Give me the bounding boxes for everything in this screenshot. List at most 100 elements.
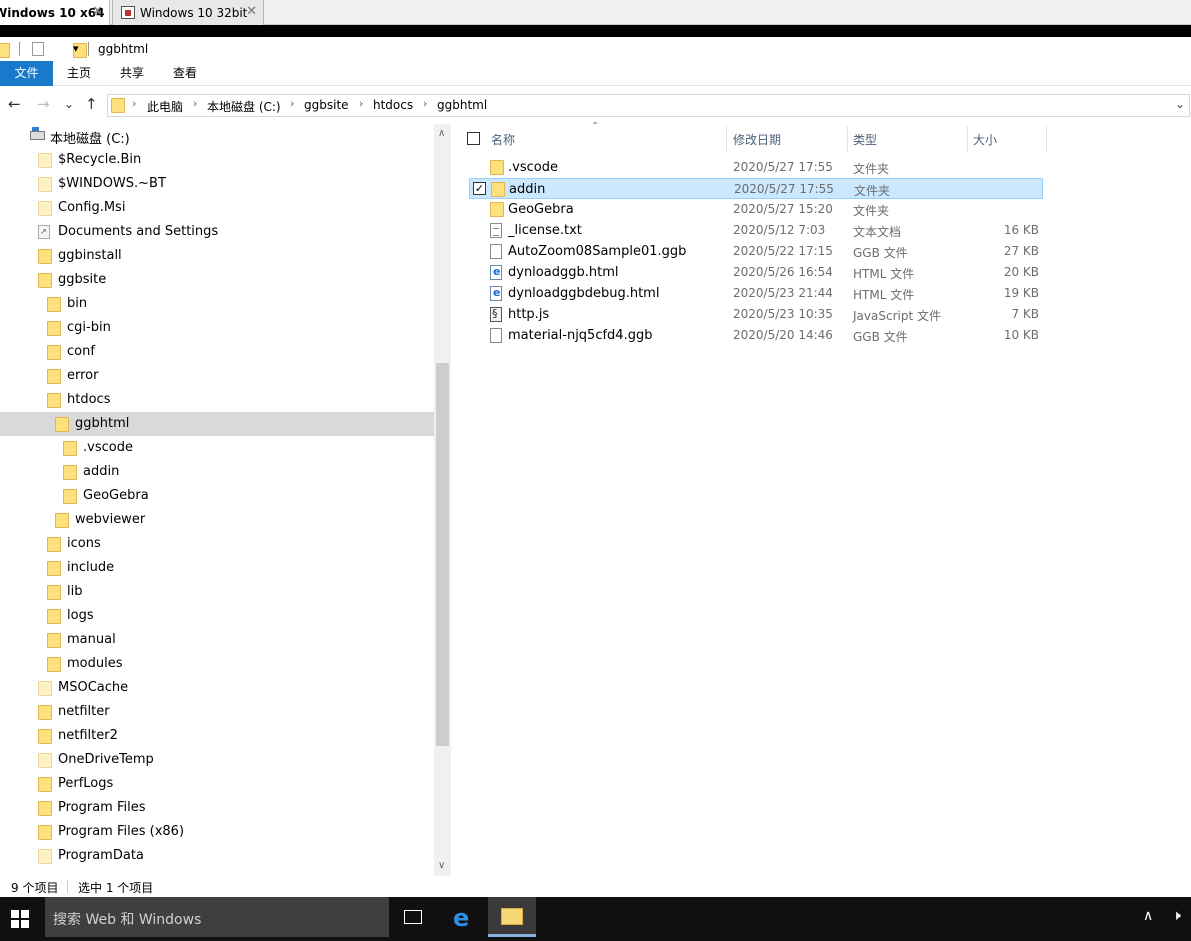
tree-item[interactable]: modules [0,652,434,676]
start-button[interactable] [11,910,29,928]
tab-file[interactable]: 文件 [0,61,53,86]
tree-item-label: addin [83,464,120,479]
task-view-button[interactable] [389,897,437,937]
breadcrumb-ggbhtml[interactable]: ggbhtml [437,98,487,112]
folder-icon [47,609,61,624]
nav-scrollbar[interactable]: ∧ ∨ [434,124,451,876]
file-size: 16 KB [1003,223,1039,237]
tree-item[interactable]: MSOCache [0,676,434,700]
tree-item[interactable]: PerfLogs [0,772,434,796]
breadcrumb-separator[interactable]: › [132,97,136,110]
vm-tab-label: Windows 10 32bit [140,5,248,20]
select-all-checkbox[interactable] [467,132,480,145]
tree-item[interactable]: .vscode [0,436,434,460]
file-row[interactable]: ✓ addin 2020/5/27 17:55 文件夹 [469,178,1043,199]
vm-tab-win10-32bit[interactable]: Windows 10 32bit ✕ [112,0,264,25]
search-box[interactable]: 搜索 Web 和 Windows [45,897,389,937]
column-divider[interactable] [1046,126,1047,152]
tree-item-label: netfilter [58,704,110,719]
tree-item[interactable]: bin [0,292,434,316]
tree-item-label: icons [67,536,101,551]
volume-icon[interactable]: 🕨 [1172,908,1181,924]
chevron-down-icon[interactable]: ⌄ [1175,97,1185,111]
tree-item[interactable]: ProgramData [0,844,434,868]
tree-item[interactable]: Program Files [0,796,434,820]
tree-item[interactable]: ggbsite [0,268,434,292]
tree-item[interactable]: Documents and Settings [0,220,434,244]
forward-button[interactable]: → [37,95,50,113]
tree-item[interactable]: 本地磁盘 (C:) [0,124,434,148]
row-checkbox[interactable]: ✓ [473,182,486,195]
tree-item-label: netfilter2 [58,728,118,743]
folder-icon [47,345,61,360]
scroll-up-icon[interactable]: ∧ [438,128,445,139]
scroll-thumb[interactable] [436,363,449,746]
close-icon[interactable]: ✕ [92,4,103,19]
tree-item[interactable]: addin [0,460,434,484]
file-explorer-button[interactable] [488,897,536,937]
file-row[interactable]: material-njq5cfd4.ggb 2020/5/20 14:46 GGB … [469,325,1043,346]
file-row[interactable]: dynloadggb.html 2020/5/26 16:54 HTML 文件 20 … [469,262,1043,283]
tab-share[interactable]: 共享 [113,61,151,86]
tree-item-label: cgi-bin [67,320,111,335]
tree-item[interactable]: $WINDOWS.~BT [0,172,434,196]
folder-icon [63,489,77,504]
file-row[interactable]: dynloadggbdebug.html 2020/5/23 21:44 HTML … [469,283,1043,304]
tree-item[interactable]: ggbhtml [0,412,434,436]
tree-item[interactable]: ggbinstall [0,244,434,268]
tree-item[interactable]: error [0,364,434,388]
breadcrumb-this-pc[interactable]: 此电脑 [147,98,183,115]
tree-item[interactable]: include [0,556,434,580]
scroll-down-icon[interactable]: ∨ [438,860,445,871]
tree-item[interactable]: OneDriveTemp [0,748,434,772]
column-header-type[interactable]: 类型 [847,124,967,152]
tree-item[interactable]: htdocs [0,388,434,412]
folder-icon [38,153,52,168]
tree-item[interactable]: icons [0,532,434,556]
edge-button[interactable]: e [439,897,487,937]
folder-icon [47,393,61,408]
breadcrumb-separator[interactable]: › [423,97,427,110]
tree-item[interactable]: manual [0,628,434,652]
tree-item[interactable]: cgi-bin [0,316,434,340]
file-row[interactable]: GeoGebra 2020/5/27 15:20 文件夹 [469,199,1043,220]
up-button[interactable]: ↑ [85,95,98,113]
recent-locations-button[interactable]: ⌄ [64,97,74,111]
back-button[interactable]: ← [8,95,21,113]
tree-item[interactable]: netfilter [0,700,434,724]
breadcrumb-separator[interactable]: › [290,97,294,110]
tab-view[interactable]: 查看 [166,61,204,86]
tree-item[interactable]: Config.Msi [0,196,434,220]
divider [67,880,68,893]
close-icon[interactable]: ✕ [246,4,257,19]
file-row[interactable]: AutoZoom08Sample01.ggb 2020/5/22 17:15 GGB… [469,241,1043,262]
vm-tab-win10-x64[interactable]: Windows 10 x64 ✕ [0,0,110,25]
tree-item[interactable]: GeoGebra [0,484,434,508]
tree-item[interactable]: webviewer [0,508,434,532]
windows-logo-icon [21,920,29,928]
column-header-modified[interactable]: 修改日期 [727,124,847,152]
file-row[interactable]: _license.txt 2020/5/12 7:03 文本文档 16 KB [469,220,1043,241]
column-header-name[interactable]: 名称 [485,124,726,152]
tree-item[interactable]: Program Files (x86) [0,820,434,844]
file-row[interactable]: .vscode 2020/5/27 17:55 文件夹 [469,157,1043,178]
tree-item[interactable]: lib [0,580,434,604]
edge-icon: e [453,904,470,932]
tab-home[interactable]: 主页 [60,61,98,86]
properties-icon[interactable] [32,42,44,56]
tree-item[interactable]: conf [0,340,434,364]
folder-icon [111,98,125,113]
tree-item[interactable]: $Recycle.Bin [0,148,434,172]
breadcrumb-ggbsite[interactable]: ggbsite [304,98,349,112]
show-hidden-icons[interactable]: ∧ [1143,908,1153,924]
chevron-down-icon[interactable]: ▾ [73,42,79,55]
address-bar[interactable]: › 此电脑 › 本地磁盘 (C:) › ggbsite › htdocs › g… [107,94,1190,117]
tree-item[interactable]: logs [0,604,434,628]
breadcrumb-separator[interactable]: › [359,97,363,110]
breadcrumb-local-disk[interactable]: 本地磁盘 (C:) [207,98,281,115]
file-row[interactable]: http.js 2020/5/23 10:35 JavaScript 文件 7 KB [469,304,1043,325]
breadcrumb-separator[interactable]: › [193,97,197,110]
tree-item[interactable]: netfilter2 [0,724,434,748]
breadcrumb-htdocs[interactable]: htdocs [373,98,413,112]
column-header-size[interactable]: 大小 [967,124,1046,152]
